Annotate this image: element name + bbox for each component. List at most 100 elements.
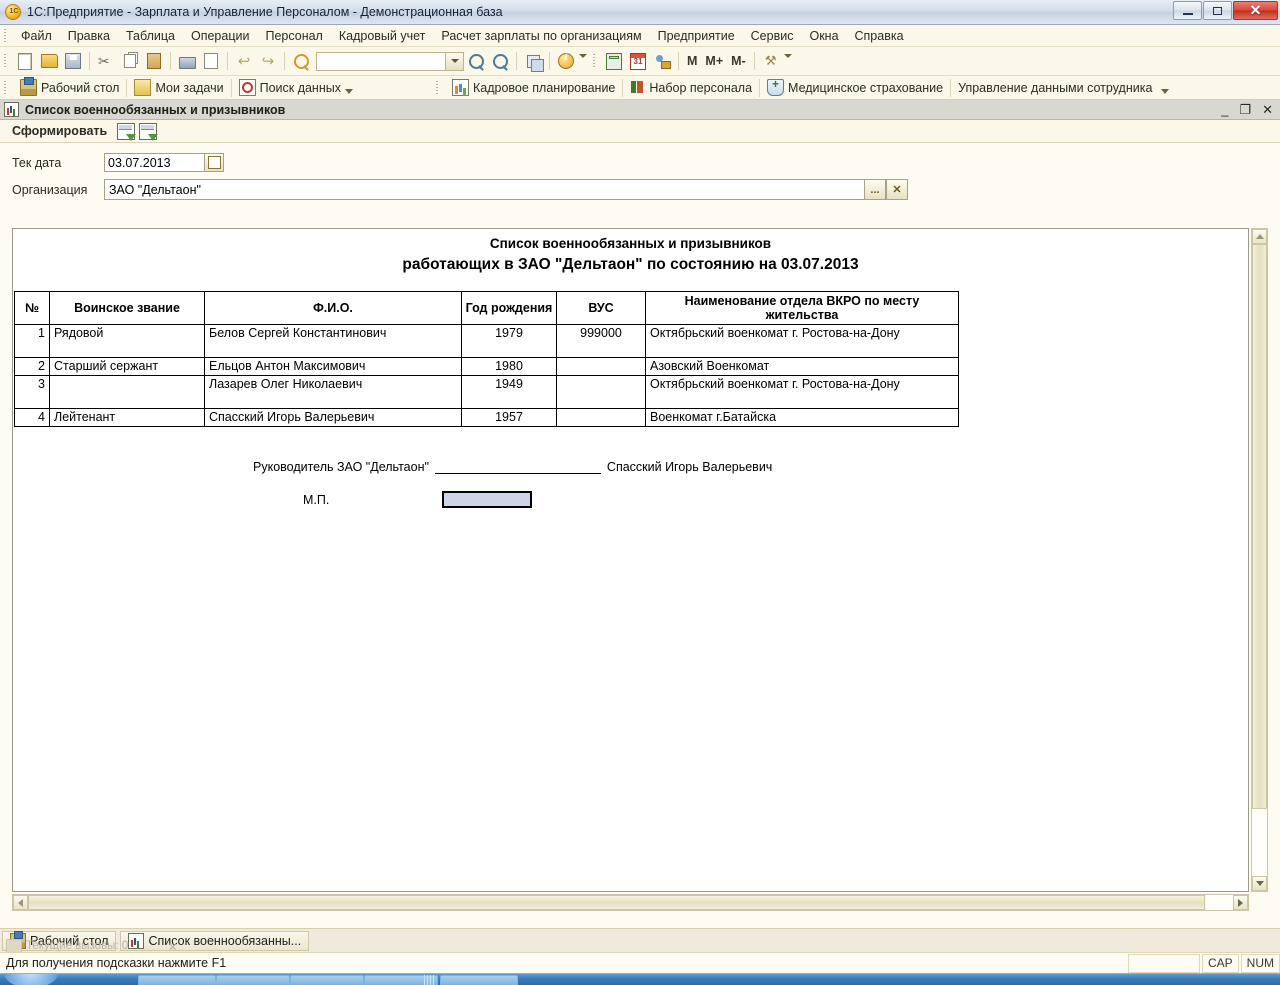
menu-hr-records[interactable]: Кадровый учет [331,27,434,45]
search-input[interactable] [317,52,445,70]
toolbar-grip-2[interactable] [591,53,599,69]
col-header-rank: Воинское звание [49,291,205,325]
vertical-scroll-track[interactable] [1252,809,1267,876]
print-preview-button[interactable] [200,50,222,72]
memory-subtract-button[interactable]: M- [727,54,750,68]
app-taskbar: Рабочий стол Список военнообязанны... [0,928,1280,952]
undo-button[interactable]: ↩ [233,50,255,72]
data-search-icon [238,79,256,96]
start-button[interactable] [4,974,58,985]
find-prev-button[interactable] [489,50,511,72]
nav-data-search[interactable]: Поиск данных [232,77,360,99]
scroll-down-button[interactable] [1252,876,1267,891]
new-document-icon [18,52,32,70]
date-input[interactable] [104,153,204,172]
menu-operations[interactable]: Операции [183,27,257,45]
save-button[interactable] [62,50,84,72]
menu-enterprise[interactable]: Предприятие [650,27,743,45]
stamp-row: М.П. [13,491,1248,508]
cut-button[interactable]: ✂ [95,50,117,72]
table-row[interactable]: 2 Старший сержант Ельцов Антон Максимови… [14,357,959,376]
report-close-button[interactable]: ✕ [1262,103,1273,116]
open-button[interactable] [38,50,60,72]
scroll-up-button[interactable] [1252,229,1267,244]
calendar-button[interactable] [627,50,649,72]
find-next-button[interactable] [465,50,487,72]
horizontal-scroll-thumb[interactable] [28,895,1205,910]
organization-input[interactable] [104,179,864,200]
scroll-right-button[interactable] [1233,895,1248,910]
new-document-button[interactable] [14,50,36,72]
memory-recall-button[interactable]: M [683,54,701,68]
menu-help[interactable]: Справка [847,27,912,45]
generate-report-button[interactable]: Сформировать [6,124,113,138]
print-button[interactable] [176,50,198,72]
info-button[interactable] [555,50,577,72]
menubar-grip[interactable] [2,27,10,44]
minimize-button[interactable] [1173,1,1202,20]
nav-desktop[interactable]: Рабочий стол [13,77,126,99]
vertical-scrollbar[interactable] [1251,228,1268,892]
cell-number: 3 [14,375,50,409]
selected-cell[interactable] [442,491,532,508]
table-row[interactable]: 4 Лейтенант Спасский Игорь Валерьевич 19… [14,408,959,427]
user-access-button[interactable] [651,50,673,72]
organization-select-button[interactable]: ... [864,179,886,200]
nav-recruitment[interactable]: Набор персонала [623,77,759,99]
load-settings-icon[interactable] [139,122,159,141]
vertical-scroll-thumb[interactable] [1252,244,1267,809]
navpanel-grip[interactable] [2,79,10,96]
window-list-button[interactable] [522,50,544,72]
table-row[interactable]: 1 Рядовой Белов Сергей Константинович 19… [14,324,959,358]
menu-table[interactable]: Таблица [118,27,183,45]
search-dropdown-button[interactable] [445,52,463,70]
report-restore-button[interactable]: ❐ [1239,103,1251,116]
report-minimize-button[interactable]: _ [1221,103,1228,116]
menu-service[interactable]: Сервис [743,27,802,45]
os-taskbar-item-2[interactable] [216,975,290,985]
organization-clear-button[interactable]: ✕ [886,179,908,200]
open-folder-icon [40,54,58,68]
date-picker-button[interactable] [204,153,224,172]
restore-button[interactable] [1203,1,1232,20]
search-combo[interactable] [316,51,464,71]
table-row[interactable]: 3 Лазарев Олег Николаевич 1949 Октябрьск… [14,375,959,409]
nav-staff-planning[interactable]: Кадровое планирование [445,77,622,99]
chevron-up-icon [1255,234,1264,239]
info-dropdown-caret[interactable] [579,54,587,58]
settings-dropdown-caret[interactable] [783,54,792,58]
memory-add-button[interactable]: M+ [701,54,727,68]
calculator-button[interactable] [603,50,625,72]
nav-my-tasks[interactable]: Мои задачи [127,77,230,99]
os-taskbar-item-3[interactable] [290,975,364,985]
medical-insurance-icon [767,77,785,96]
cell-birthyear: 1979 [461,324,557,358]
os-taskbar-item-5[interactable] [440,975,518,985]
nav-overflow-caret[interactable] [344,89,353,94]
close-button[interactable]: ✕ [1233,1,1278,20]
copy-button[interactable] [119,50,141,72]
toolbar-separator [753,52,755,70]
menu-file[interactable]: Файл [13,27,60,45]
save-settings-icon[interactable] [117,122,137,141]
settings-button[interactable]: ⚒ [760,50,782,72]
find-button[interactable] [290,50,312,72]
menu-edit[interactable]: Правка [60,27,118,45]
horizontal-scroll-track[interactable] [1206,895,1233,910]
menu-personnel[interactable]: Персонал [257,27,330,45]
navpanel-grip-2[interactable] [433,79,442,96]
report-sheet[interactable]: Список военнообязанных и призывников раб… [12,228,1249,892]
toolbar-grip[interactable] [2,53,10,69]
nav-employee-data[interactable]: Управление данными сотрудника [951,77,1159,99]
menu-windows[interactable]: Окна [801,27,846,45]
os-taskbar-item-1[interactable] [138,975,216,985]
scroll-left-button[interactable] [13,895,28,910]
nav-medical-insurance[interactable]: Медицинское страхование [760,77,950,99]
horizontal-scrollbar[interactable] [12,894,1249,911]
signature-name: Спасский Игорь Валерьевич [606,460,773,474]
menu-payroll[interactable]: Расчет зарплаты по организациям [433,27,649,45]
redo-button[interactable]: ↪ [257,50,279,72]
os-taskbar-grip[interactable] [424,975,434,985]
paste-button[interactable] [143,50,165,72]
nav-overflow-caret-right[interactable] [1161,89,1170,94]
